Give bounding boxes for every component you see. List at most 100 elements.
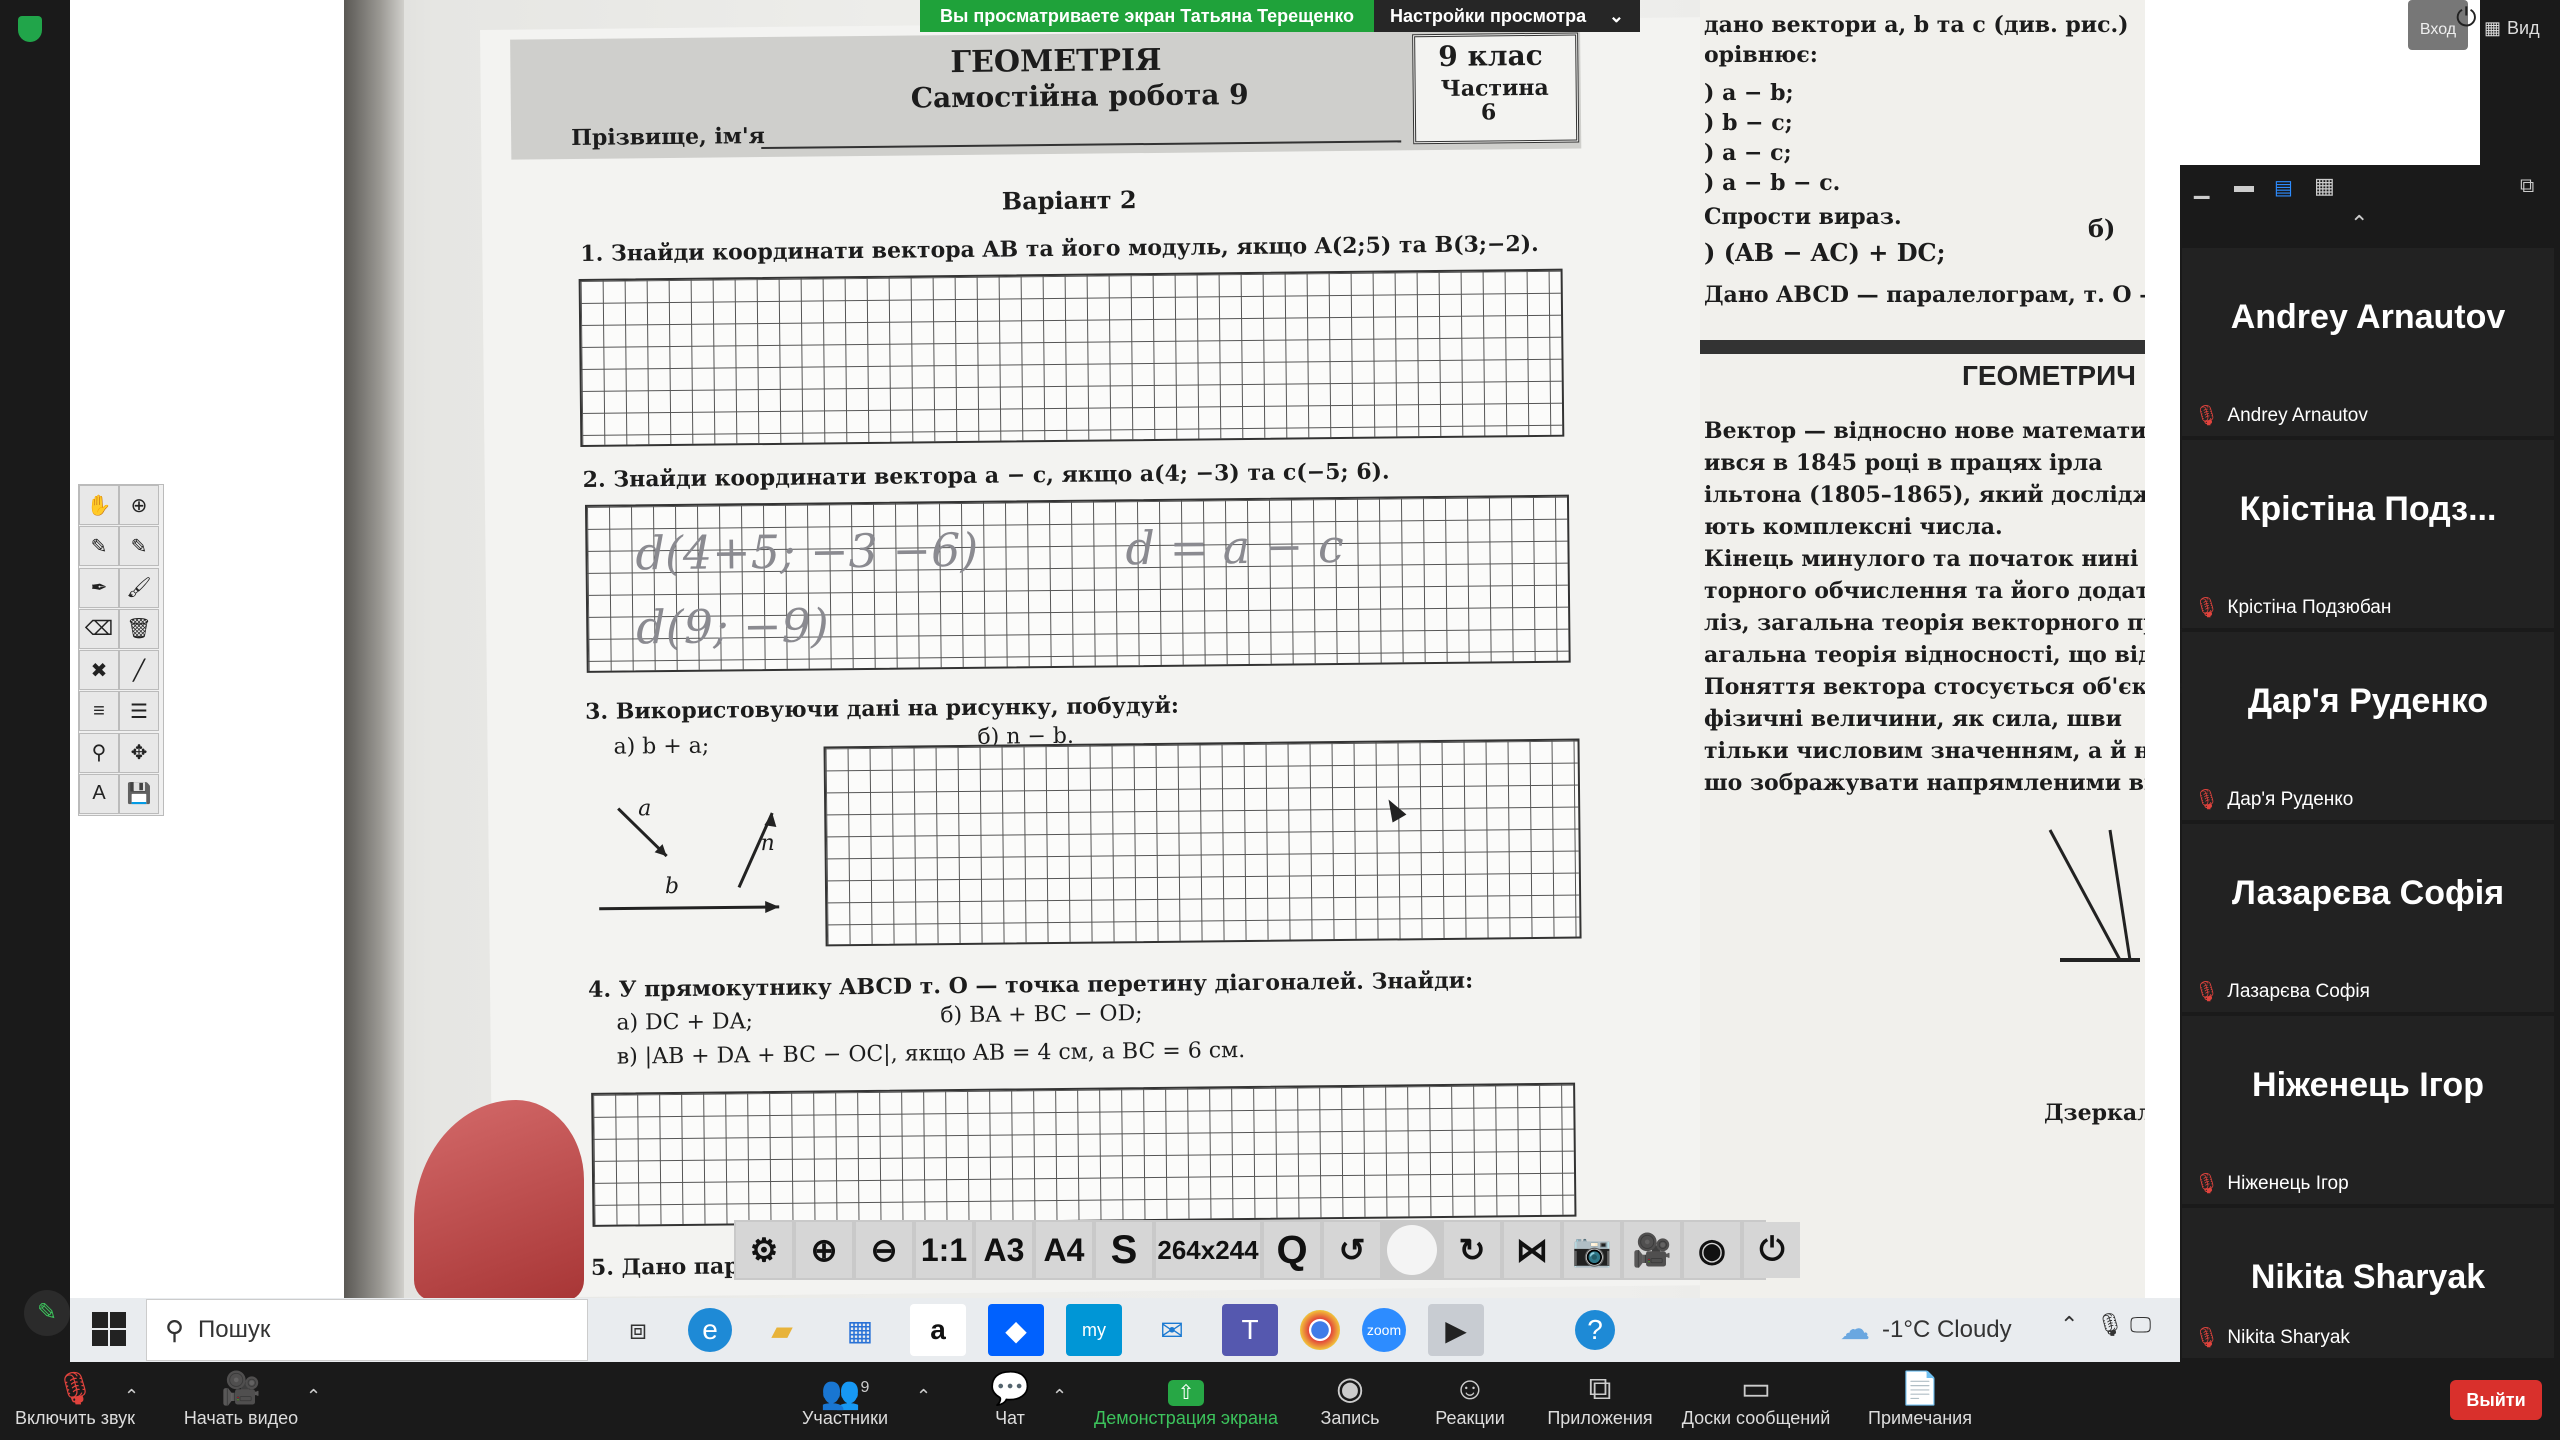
windows-start-icon[interactable] <box>92 1312 126 1346</box>
view-settings-button[interactable]: Настройки просмотра ⌄ <box>1374 0 1640 32</box>
leave-button[interactable]: Выйти <box>2450 1380 2542 1420</box>
participant-tile[interactable]: Ніженець Ігор 🎙 Ніженець Ігор <box>2182 1016 2554 1204</box>
video-camera-icon[interactable]: 🎥 <box>1624 1222 1680 1278</box>
camera-icon[interactable]: 📷 <box>1564 1222 1620 1278</box>
participant-tile[interactable]: Лазарєва Софія 🎙 Лазарєва Софія <box>2182 824 2554 1012</box>
whiteboards-button[interactable]: ▭ Доски сообщений <box>1676 1368 1836 1429</box>
weather-widget[interactable]: ☁ -1°C Cloudy <box>1840 1312 2012 1347</box>
marker-tool-icon[interactable]: ✒ <box>79 567 119 608</box>
work-title: Самостійна робота 9 <box>910 77 1249 115</box>
save-icon[interactable]: 💾 <box>119 773 159 814</box>
annotate-pencil-button[interactable]: ✎ <box>24 1290 70 1336</box>
participant-tile[interactable]: Andrey Arnautov 🎙 Andrey Arnautov <box>2182 248 2554 436</box>
a3-button[interactable]: A3 <box>976 1222 1032 1278</box>
taskbar-search[interactable]: ⚲ Пошук <box>146 1299 588 1361</box>
record-button[interactable]: ◉ Запись <box>1310 1368 1390 1429</box>
power-icon[interactable]: ⏻ <box>2456 2 2477 34</box>
chrome-icon[interactable] <box>1300 1310 1340 1350</box>
store-icon[interactable]: ▦ <box>832 1304 888 1356</box>
help-icon[interactable]: ? <box>1575 1310 1615 1350</box>
participant-tile[interactable]: Крістіна Подз... 🎙 Крістіна Подзюбан <box>2182 440 2554 628</box>
q-button[interactable]: Q <box>1264 1222 1320 1278</box>
grade-label: 9 клас <box>1438 38 1543 73</box>
share-screen-button[interactable]: ⇧ Демонстрация экрана <box>1086 1368 1286 1429</box>
participant-name-large: Nikita Sharyak <box>2250 1258 2486 1296</box>
gallery-view-icon[interactable]: ▦ <box>2314 173 2335 199</box>
popout-icon[interactable]: ⧉ <box>2520 175 2534 198</box>
name-label: Прізвище, ім'я <box>571 123 766 152</box>
white-balance-icon[interactable] <box>1384 1222 1440 1278</box>
document-camera-toolbar: ⚙ ⊕ ⊖ 1:1 A3 A4 S 264x244 Q ↺ ↻ ⋈ 📷 🎥 ◉ … <box>734 1220 1800 1280</box>
security-shield-icon[interactable] <box>18 16 42 42</box>
speaker-view-icon[interactable]: ▬ <box>2234 175 2254 198</box>
line-tool-icon[interactable]: ╱ <box>119 650 159 690</box>
pen2-tool-icon[interactable]: ✎ <box>119 526 159 567</box>
camera-app-icon[interactable]: ▶ <box>1428 1304 1484 1356</box>
right-line-3: ) b − c; <box>1704 110 1793 136</box>
view-button[interactable]: ▦ Вид <box>2484 18 2540 39</box>
rotate-left-icon[interactable]: ↺ <box>1324 1222 1380 1278</box>
chat-button[interactable]: 💬 Чат <box>980 1368 1040 1429</box>
close-circle-icon[interactable]: ✖ <box>79 650 119 690</box>
text-tool-icon[interactable]: A <box>79 773 119 814</box>
teams-icon[interactable]: T <box>1222 1304 1278 1356</box>
participant-tile[interactable]: Nikita Sharyak 🎙 Nikita Sharyak <box>2182 1208 2554 1358</box>
thick-lines-icon[interactable]: ≡ <box>79 691 119 732</box>
dropbox-icon[interactable]: ◆ <box>988 1304 1044 1356</box>
eyedropper-icon[interactable]: ⚲ <box>79 732 119 773</box>
right-line-7: ) (AB − AC) + DC; <box>1704 238 1946 267</box>
participant-name: Ніженець Ігор <box>2227 1172 2349 1194</box>
resolution-button[interactable]: 264x244 <box>1156 1222 1260 1278</box>
mic-muted-icon: 🎙 <box>2194 789 2220 811</box>
rotate-right-icon[interactable]: ↻ <box>1444 1222 1500 1278</box>
brush-tool-icon[interactable]: 🖌 <box>119 567 159 608</box>
search-icon: ⚲ <box>165 1314 185 1345</box>
crosshair-tool-icon[interactable]: ⊕ <box>119 485 159 525</box>
participant-tile[interactable]: Дар'я Руденко 🎙 Дар'я Руденко <box>2182 632 2554 820</box>
strip-view-icon[interactable]: ▤ <box>2274 175 2293 200</box>
eraser-tool-icon[interactable]: ⌫ <box>79 608 119 649</box>
tray-network-icon[interactable]: 🖵 <box>2130 1312 2151 1338</box>
tray-mic-icon[interactable]: 🎙 <box>2096 1312 2124 1338</box>
chevron-up-icon[interactable]: ⌃ <box>2350 211 2368 237</box>
participants-chevron[interactable]: ⌃ <box>916 1376 931 1416</box>
unmute-button[interactable]: 🎙 Включить звук <box>10 1368 140 1429</box>
shrink-icon[interactable]: ✥ <box>119 732 159 773</box>
mail-icon[interactable]: ✉ <box>1144 1304 1200 1356</box>
apps-button[interactable]: ⧉ Приложения <box>1540 1368 1660 1429</box>
panel-header: ▁ ▬ ▤ ▦ ⧉ ⌃ <box>2180 165 2560 245</box>
minimize-icon[interactable]: ▁ <box>2194 175 2209 200</box>
a4-button[interactable]: A4 <box>1036 1222 1092 1278</box>
thin-lines-icon[interactable]: ☰ <box>119 691 159 732</box>
zoom-out-icon[interactable]: ⊖ <box>856 1222 912 1278</box>
task-view-icon[interactable]: ⧈ <box>610 1304 666 1356</box>
start-video-button[interactable]: 🎥 Начать видео <box>176 1368 306 1429</box>
webcam-icon[interactable]: ◉ <box>1684 1222 1740 1278</box>
para-line-8: Поняття вектора стосується об'єктів <box>1704 674 2185 700</box>
edge-icon[interactable]: e <box>688 1308 732 1352</box>
right-textbook-page: дано вектори a, b та c (див. рис.) орівн… <box>1700 0 2198 1298</box>
tray-chevron-icon[interactable]: ⌃ <box>2060 1312 2078 1338</box>
participants-button[interactable]: 👥9 Участники <box>790 1368 900 1429</box>
zoom-app-icon[interactable]: zoom <box>1362 1308 1406 1352</box>
audio-options-chevron[interactable]: ⌃ <box>124 1376 139 1416</box>
zoom-in-icon[interactable]: ⊕ <box>796 1222 852 1278</box>
mirror-icon[interactable]: ⋈ <box>1504 1222 1560 1278</box>
myhp-icon[interactable]: my <box>1066 1304 1122 1356</box>
hand-tool-icon[interactable]: ✋ <box>79 485 119 525</box>
trash-icon[interactable]: 🗑 <box>119 608 159 649</box>
pen-tool-icon[interactable]: ✎ <box>79 526 119 567</box>
settings-gear-icon[interactable]: ⚙ <box>736 1222 792 1278</box>
right-line-0: дано вектори a, b та c (див. рис.) <box>1704 12 2129 38</box>
section-rule <box>1700 340 2145 354</box>
file-explorer-icon[interactable]: ▰ <box>754 1304 810 1356</box>
power-off-icon[interactable]: ⏻ <box>1744 1222 1800 1278</box>
reactions-button[interactable]: ☺ Реакции <box>1420 1368 1520 1429</box>
ratio-1-1-button[interactable]: 1:1 <box>916 1222 972 1278</box>
notes-button[interactable]: 📄 Примечания <box>1862 1368 1978 1429</box>
amazon-icon[interactable]: a <box>910 1304 966 1356</box>
chat-chevron[interactable]: ⌃ <box>1052 1376 1067 1416</box>
s-button[interactable]: S <box>1096 1222 1152 1278</box>
whiteboard-icon: ▭ <box>1740 1370 1772 1406</box>
video-options-chevron[interactable]: ⌃ <box>306 1376 321 1416</box>
